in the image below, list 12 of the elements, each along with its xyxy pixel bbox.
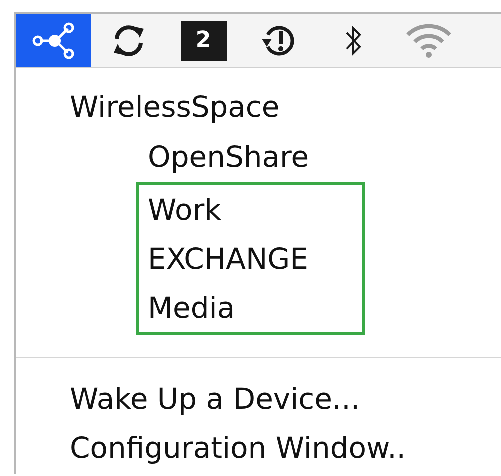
menu-item[interactable]: EXCHANGE xyxy=(148,234,362,283)
menu-item[interactable]: OpenShare xyxy=(16,132,501,182)
menu-item[interactable]: Wake Up a Device... xyxy=(16,374,501,423)
menu-item[interactable]: Configuration Window.. xyxy=(16,423,501,472)
menu-item[interactable]: Work xyxy=(148,185,362,234)
menu-item[interactable]: Media xyxy=(148,283,362,332)
menu-item[interactable]: WirelessSpace xyxy=(16,82,501,132)
spaces-icon: 2 xyxy=(180,20,226,60)
share-icon xyxy=(32,22,76,60)
menu-bar-item[interactable]: 2 xyxy=(166,14,241,67)
bluetooth-icon xyxy=(344,24,364,58)
wifi-icon xyxy=(404,22,452,58)
